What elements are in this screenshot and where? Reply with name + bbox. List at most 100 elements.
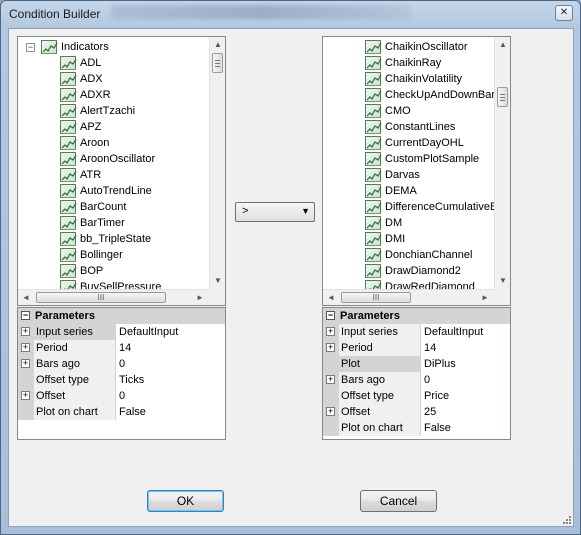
tree-item[interactable]: bb_TripleState [60,231,151,247]
scroll-right-arrow-icon[interactable]: ► [192,290,208,306]
parameter-row[interactable]: Plot on chart False [18,404,225,420]
parameter-value[interactable]: 0 [118,388,125,404]
tree-item[interactable]: DEMA [365,183,417,199]
tree-item[interactable]: DrawRedDiamond [365,279,475,289]
parameter-value[interactable]: 14 [118,340,131,356]
parameter-value[interactable]: DefaultInput [423,324,483,340]
right-tree-horizontal-scrollbar[interactable]: ◄ III ► [323,289,494,305]
parameter-value[interactable]: 25 [423,404,436,420]
right-parameters-grid[interactable]: − Parameters + Input series DefaultInput + P… [322,307,511,440]
indicator-chart-icon [60,120,77,134]
tree-item[interactable]: BarCount [60,199,126,215]
left-indicator-tree[interactable]: − Indicators ADL ADX ADXR AlertTzachi APZ Aroon… [17,36,226,306]
tree-item[interactable]: ATR [60,167,101,183]
tree-item[interactable]: DM [365,215,402,231]
expand-icon[interactable]: + [21,343,30,352]
collapse-icon[interactable]: − [21,311,30,320]
right-indicator-tree[interactable]: ChaikinOscillator ChaikinRay ChaikinVolati… [322,36,511,306]
tree-item[interactable]: DonchianChannel [365,247,472,263]
parameter-value[interactable]: Ticks [118,372,144,388]
expand-icon[interactable]: + [21,359,30,368]
tree-item[interactable]: CheckUpAndDownBars [365,87,494,103]
parameter-row[interactable]: + Period 14 [18,340,225,356]
tree-item[interactable]: DrawDiamond2 [365,263,461,279]
expand-icon[interactable]: + [326,327,335,336]
parameter-value[interactable]: DefaultInput [118,324,178,340]
parameter-value[interactable]: Price [423,388,449,404]
resize-grip-icon[interactable] [561,514,571,524]
parameter-row[interactable]: + Bars ago 0 [323,372,510,388]
tree-item[interactable]: AutoTrendLine [60,183,152,199]
tree-item[interactable]: AlertTzachi [60,103,135,119]
tree-item[interactable]: ChaikinOscillator [365,39,468,55]
tree-item[interactable]: BuySellPressure [60,279,161,289]
left-tree-hscroll-thumb[interactable]: III [36,292,166,303]
title-bar[interactable]: Condition Builder ✕ [1,1,580,29]
left-tree-scroll-thumb[interactable] [212,53,223,73]
parameter-row[interactable]: Plot on chart False [323,420,510,436]
tree-item[interactable]: ADL [60,55,101,71]
tree-item[interactable]: Darvas [365,167,420,183]
tree-item[interactable]: BarTimer [60,215,125,231]
scroll-down-arrow-icon[interactable]: ▼ [495,273,511,289]
parameter-row[interactable]: Plot DiPlus [323,356,510,372]
tree-item[interactable]: ADX [60,71,103,87]
right-parameters-header[interactable]: − Parameters [323,308,510,324]
left-tree-vertical-scrollbar[interactable]: ▲ ▼ [209,37,225,289]
tree-item[interactable]: Aroon [60,135,109,151]
parameter-row[interactable]: + Period 14 [323,340,510,356]
right-tree-hscroll-thumb[interactable]: III [341,292,411,303]
scroll-down-arrow-icon[interactable]: ▼ [210,273,226,289]
scroll-up-arrow-icon[interactable]: ▲ [210,37,226,53]
parameter-value[interactable]: False [423,420,451,436]
chevron-down-icon[interactable]: ▼ [301,206,310,216]
tree-item[interactable]: ADXR [60,87,111,103]
parameter-value[interactable]: 0 [118,356,125,372]
parameter-row[interactable]: + Input series DefaultInput [18,324,225,340]
close-button[interactable]: ✕ [555,5,573,21]
tree-item[interactable]: CustomPlotSample [365,151,479,167]
parameter-row[interactable]: Offset type Ticks [18,372,225,388]
right-tree-scroll-thumb[interactable] [497,87,508,107]
collapse-icon[interactable]: − [326,311,335,320]
tree-item[interactable]: APZ [60,119,101,135]
tree-item[interactable]: ConstantLines [365,119,455,135]
tree-item[interactable]: DMI [365,231,405,247]
parameter-row[interactable]: Offset type Price [323,388,510,404]
scroll-right-arrow-icon[interactable]: ► [477,290,493,306]
expand-icon[interactable]: + [326,375,335,384]
left-tree-horizontal-scrollbar[interactable]: ◄ III ► [18,289,209,305]
parameter-row[interactable]: + Input series DefaultInput [323,324,510,340]
tree-item[interactable]: Bollinger [60,247,123,263]
tree-item[interactable]: DifferenceCumulativeBars [365,199,494,215]
scroll-up-arrow-icon[interactable]: ▲ [495,37,511,53]
expand-icon[interactable]: + [21,391,30,400]
left-parameters-header[interactable]: − Parameters [18,308,225,324]
expand-icon[interactable]: + [326,407,335,416]
expand-icon[interactable]: + [21,327,30,336]
tree-item[interactable]: CMO [365,103,411,119]
tree-item[interactable]: CurrentDayOHL [365,135,464,151]
right-tree-vertical-scrollbar[interactable]: ▲ ▼ [494,37,510,289]
parameter-value[interactable]: False [118,404,146,420]
tree-item[interactable]: AroonOscillator [60,151,155,167]
parameter-value[interactable]: 0 [423,372,430,388]
operator-dropdown[interactable]: > ▼ [235,202,315,222]
parameter-row[interactable]: + Offset 25 [323,404,510,420]
expand-icon[interactable]: + [326,343,335,352]
tree-item[interactable]: ChaikinVolatility [365,71,462,87]
tree-item[interactable]: ChaikinRay [365,55,441,71]
parameter-row[interactable]: + Offset 0 [18,388,225,404]
parameter-value[interactable]: 14 [423,340,436,356]
scroll-left-arrow-icon[interactable]: ◄ [18,290,34,306]
parameter-value[interactable]: DiPlus [423,356,456,372]
tree-item-label: ATR [80,169,102,181]
left-parameters-grid[interactable]: − Parameters + Input series DefaultInput + P… [17,307,226,440]
tree-collapse-icon[interactable]: − [26,42,35,52]
ok-button[interactable]: OK [147,490,224,512]
cancel-button[interactable]: Cancel [360,490,437,512]
tree-item[interactable]: BOP [60,263,103,279]
parameter-row[interactable]: + Bars ago 0 [18,356,225,372]
tree-root-indicators[interactable]: − Indicators [26,39,109,55]
scroll-left-arrow-icon[interactable]: ◄ [323,290,339,306]
